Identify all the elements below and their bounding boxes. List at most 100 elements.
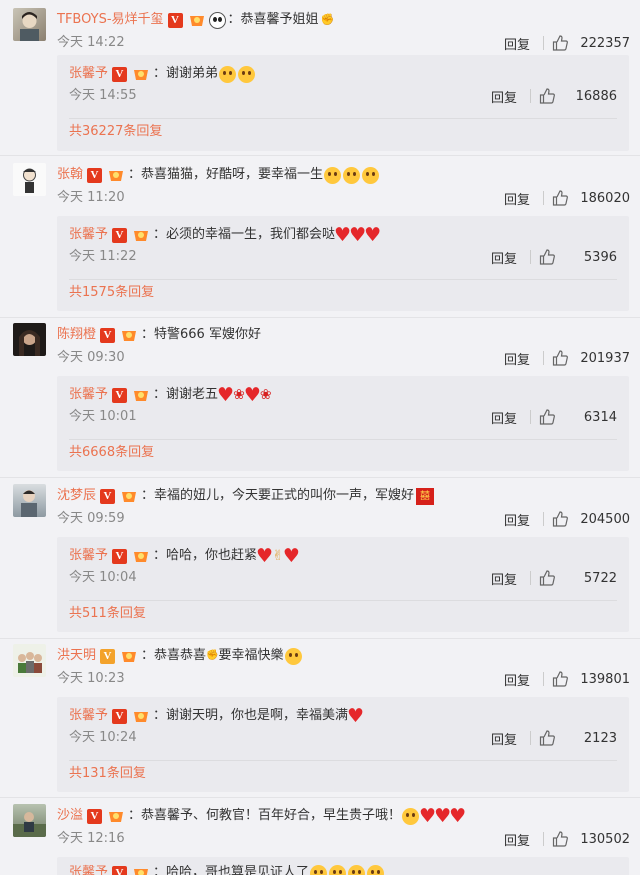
reply-box: 张馨予 V ：哈哈，你也赶紧 ♥ ✌ ♥ 今天 10:04 回复 5722 共5… — [57, 537, 629, 632]
like-count: 5722 — [583, 570, 617, 586]
comment-text-continued: 要幸福快樂 — [218, 648, 284, 663]
username-link[interactable]: 张馨予 — [69, 62, 108, 86]
thumbs-up-icon[interactable] — [552, 35, 568, 51]
like-count: 201937 — [580, 350, 630, 366]
verified-v-icon: V — [167, 12, 183, 28]
thumbs-up-icon[interactable] — [552, 190, 568, 206]
comment-time: 今天 12:16 — [57, 831, 125, 846]
member-level-icon — [119, 327, 139, 343]
member-level-icon — [131, 865, 151, 875]
username-link[interactable]: 沙溢 — [57, 804, 83, 828]
avatar[interactable] — [13, 804, 46, 837]
username-link[interactable]: 张翰 — [57, 163, 83, 187]
reply-button[interactable]: 回复 — [491, 408, 517, 427]
divider — [543, 351, 544, 365]
divider — [530, 250, 531, 264]
like-count: 130502 — [580, 831, 630, 847]
reply-button[interactable]: 回复 — [491, 87, 517, 106]
heart-icon: ♥ — [347, 704, 365, 727]
username-link[interactable]: 张馨予 — [69, 544, 108, 568]
member-level-icon — [131, 66, 151, 82]
reply-button[interactable]: 回复 — [504, 34, 530, 53]
comment-text: ：谢谢天明，你也是啊，幸福美满 — [153, 708, 349, 723]
avatar[interactable] — [13, 163, 46, 196]
reply-time: 今天 10:01 — [69, 409, 137, 424]
reply-box: 张馨予 V ：谢谢天明，你也是啊，幸福美满 ♥ 今天 10:24 回复 2123… — [57, 697, 629, 792]
reply-button[interactable]: 回复 — [504, 670, 530, 689]
divider — [69, 600, 617, 601]
thumbs-up-icon[interactable] — [539, 570, 555, 586]
verified-v-icon: V — [100, 327, 116, 343]
reply-button[interactable]: 回复 — [504, 349, 530, 368]
comment-text: ：恭喜馨予姐姐 — [227, 12, 319, 27]
more-replies-link[interactable]: 共1575条回复 — [69, 284, 154, 302]
like-count: 204500 — [580, 511, 630, 527]
member-level-icon — [187, 12, 207, 28]
heart-icon: ♥ — [243, 383, 261, 406]
username-link[interactable]: 张馨予 — [69, 704, 108, 728]
divider — [0, 638, 640, 639]
comment-time: 今天 14:22 — [57, 35, 125, 50]
verified-v-icon: V — [112, 865, 128, 875]
thumbs-up-icon[interactable] — [539, 409, 555, 425]
reply-time: 今天 14:55 — [69, 88, 137, 103]
verified-v-icon: V — [112, 227, 128, 243]
avatar[interactable] — [13, 323, 46, 356]
kiss-emoji-icon — [284, 647, 302, 665]
reply-box: 张馨予 V ：必须的幸福一生，我们都会哒 ♥ ♥ ♥ 今天 11:22 回复 539… — [57, 216, 629, 311]
like-count: 186020 — [580, 190, 630, 206]
member-level-icon — [119, 488, 139, 504]
reply-button[interactable]: 回复 — [504, 189, 530, 208]
verified-v-icon: V — [112, 66, 128, 82]
member-level-icon — [106, 167, 126, 183]
reply-button[interactable]: 回复 — [504, 510, 530, 529]
thumbs-up-icon[interactable] — [552, 350, 568, 366]
username-link[interactable]: TFBOYS-易烊千玺 — [57, 8, 164, 32]
reply-button[interactable]: 回复 — [491, 729, 517, 748]
comment-time: 今天 09:59 — [57, 511, 125, 526]
username-link[interactable]: 沈梦辰 — [57, 484, 96, 508]
username-link[interactable]: 张馨予 — [69, 861, 108, 875]
avatar[interactable] — [13, 644, 46, 677]
username-link[interactable]: 张馨予 — [69, 223, 108, 247]
like-count: 16886 — [575, 88, 617, 104]
username-link[interactable]: 陈翔橙 — [57, 323, 96, 347]
member-level-icon — [106, 808, 126, 824]
verified-v-icon: V — [87, 808, 103, 824]
more-replies-link[interactable]: 共131条回复 — [69, 765, 146, 783]
comment-text: ：恭喜恭喜 — [141, 648, 207, 663]
more-replies-link[interactable]: 共6668条回复 — [69, 444, 154, 462]
tongue-emoji-icon — [402, 807, 420, 825]
divider — [0, 797, 640, 798]
username-link[interactable]: 洪天明 — [57, 644, 96, 668]
laugh-cry-emoji-icon — [329, 864, 347, 875]
reply-button[interactable]: 回复 — [504, 830, 530, 849]
laugh-cry-emoji-icon — [367, 864, 385, 875]
reply-button[interactable]: 回复 — [491, 248, 517, 267]
comment-text: ：哈哈，哥也算是见证人了 — [153, 865, 310, 875]
comment-text: ：必须的幸福一生，我们都会哒 — [153, 227, 336, 242]
avatar[interactable] — [13, 8, 46, 41]
like-count: 5396 — [583, 249, 617, 265]
divider — [543, 191, 544, 205]
thumbs-up-icon[interactable] — [539, 88, 555, 104]
username-link[interactable]: 张馨予 — [69, 383, 108, 407]
divider — [0, 155, 640, 156]
thumbs-up-icon[interactable] — [552, 511, 568, 527]
more-replies-link[interactable]: 共511条回复 — [69, 605, 146, 623]
heart-icon: ♥ — [282, 544, 300, 567]
more-replies-link[interactable]: 共36227条回复 — [69, 123, 162, 141]
verified-v-icon: V — [112, 548, 128, 564]
verified-v-icon: V — [112, 387, 128, 403]
thumbs-up-icon[interactable] — [552, 671, 568, 687]
divider — [69, 439, 617, 440]
reply-box: 张馨予 V ：谢谢老五 ♥ ❀ ♥ ❀ 今天 10:01 回复 6314 共66… — [57, 376, 629, 471]
like-count: 2123 — [583, 730, 617, 746]
divider — [0, 477, 640, 478]
thumbs-up-icon[interactable] — [552, 831, 568, 847]
thumbs-up-icon[interactable] — [539, 730, 555, 746]
reply-button[interactable]: 回复 — [491, 569, 517, 588]
thumbs-up-icon[interactable] — [539, 249, 555, 265]
divider — [543, 36, 544, 50]
avatar[interactable] — [13, 484, 46, 517]
